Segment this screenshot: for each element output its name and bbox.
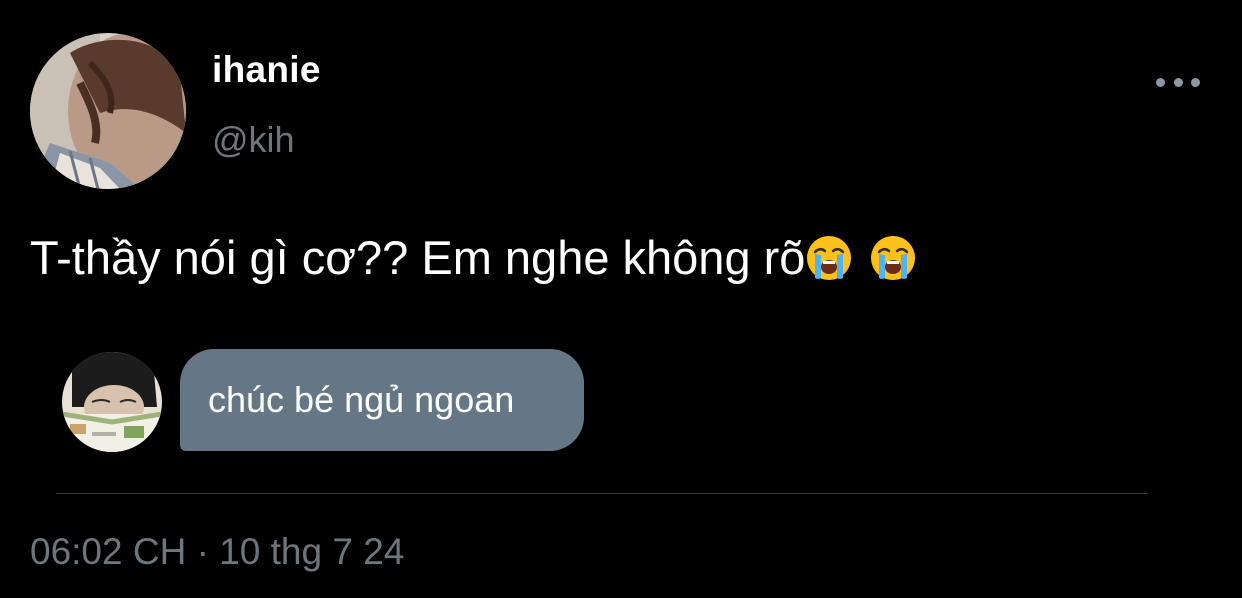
tweet-text: T-thầy nói gì cơ?? Em nghe không rõ xyxy=(30,231,806,284)
loudly-crying-face-icon xyxy=(805,234,853,282)
loudly-crying-face-icon xyxy=(869,234,917,282)
more-options-icon-dot xyxy=(1191,77,1200,87)
reply-message-bubble[interactable]: chúc bé ngủ ngoan xyxy=(180,349,584,451)
more-options-icon xyxy=(1156,77,1165,87)
more-options-icon-dot xyxy=(1173,77,1183,87)
author-display-name[interactable]: ihanie xyxy=(212,50,321,90)
tweet-body: T-thầy nói gì cơ?? Em nghe không rõ xyxy=(30,228,917,288)
tweet-timestamp[interactable]: 06:02 CH · 10 thg 7 24 xyxy=(30,530,404,574)
reply-avatar-image xyxy=(62,352,162,452)
author-avatar-image xyxy=(30,33,186,189)
reply-message-text: chúc bé ngủ ngoan xyxy=(208,379,515,420)
reply-avatar[interactable] xyxy=(62,352,162,452)
author-handle[interactable]: @kih xyxy=(212,120,295,160)
author-avatar[interactable] xyxy=(30,33,186,189)
divider xyxy=(56,493,1148,494)
more-options-button[interactable] xyxy=(1156,70,1200,94)
